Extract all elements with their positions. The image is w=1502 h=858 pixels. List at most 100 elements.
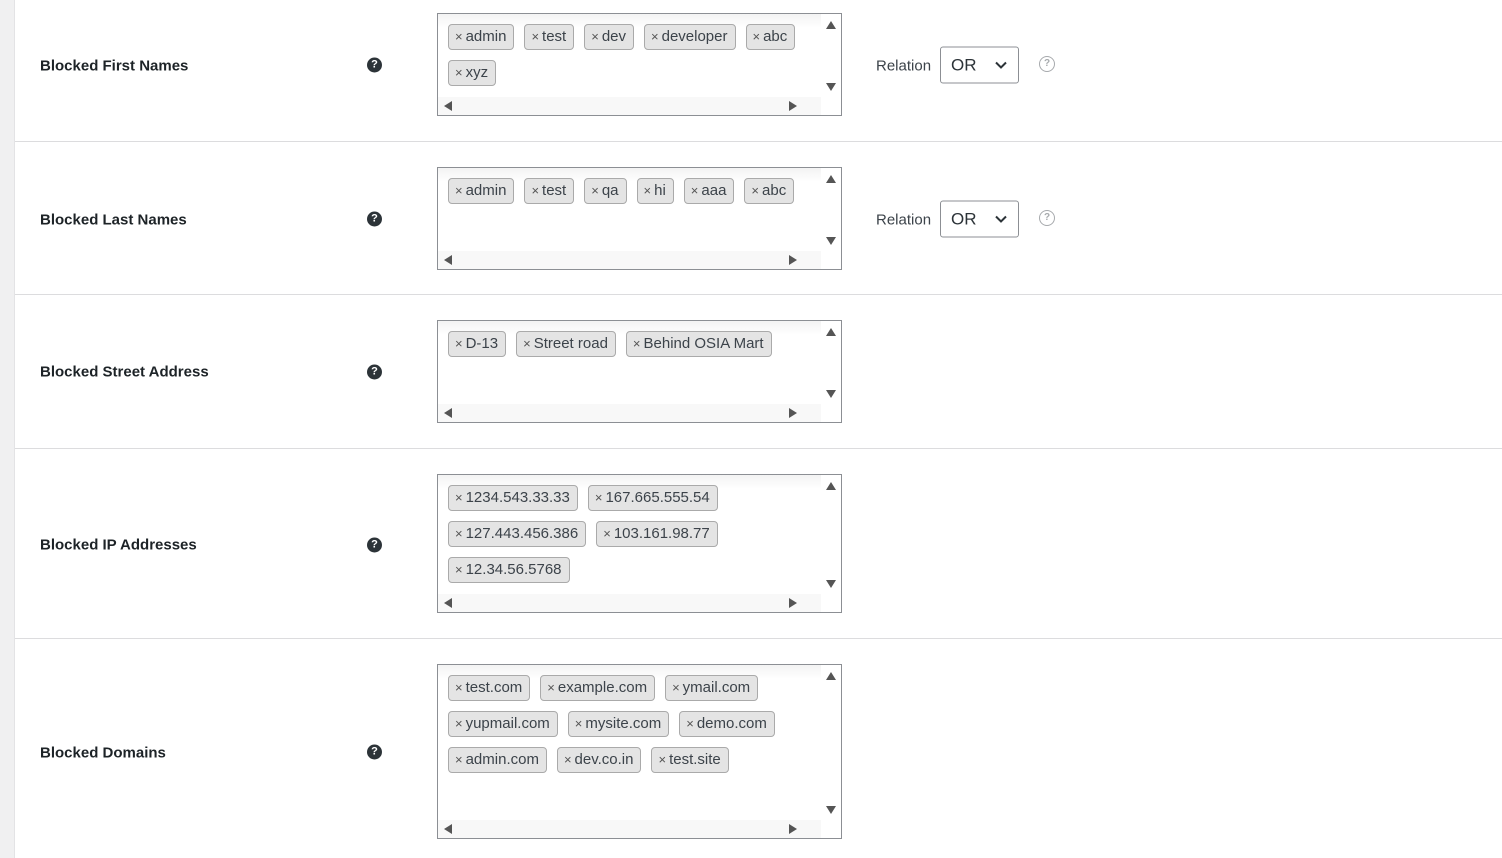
blocked-last-names-tag-input[interactable]: × admin × test × qa × hi × aaa × abc <box>437 167 842 270</box>
scroll-right-arrow-icon[interactable] <box>789 255 797 265</box>
blocked-ip-addresses-tag-input[interactable]: × 1234.543.33.33 × 167.665.555.54 × 127.443.4… <box>437 474 842 613</box>
remove-tag-icon[interactable]: × <box>575 712 583 736</box>
horizontal-scrollbar[interactable] <box>438 404 821 422</box>
blocked-domains-tag-input[interactable]: × test.com × example.com × ymail.com × yupmail.… <box>437 664 842 839</box>
remove-tag-icon[interactable]: × <box>531 179 539 203</box>
help-icon[interactable]: ? <box>367 57 382 73</box>
scroll-up-arrow-icon[interactable] <box>826 21 836 29</box>
tag-chip[interactable]: × developer <box>644 24 736 50</box>
tag-chip[interactable]: × test <box>524 24 575 50</box>
tag-chip[interactable]: × 167.665.555.54 <box>587 485 718 511</box>
remove-tag-icon[interactable]: × <box>455 61 463 85</box>
scroll-down-arrow-icon[interactable] <box>826 806 836 814</box>
horizontal-scrollbar[interactable] <box>438 251 821 269</box>
scroll-down-arrow-icon[interactable] <box>826 237 836 245</box>
vertical-scrollbar[interactable] <box>821 321 841 404</box>
tag-chip[interactable]: × test.site <box>651 747 729 773</box>
tag-chip[interactable]: × admin <box>448 24 515 50</box>
remove-tag-icon[interactable]: × <box>595 486 603 510</box>
remove-tag-icon[interactable]: × <box>531 25 539 49</box>
horizontal-scrollbar[interactable] <box>438 820 821 838</box>
scroll-left-arrow-icon[interactable] <box>444 101 452 111</box>
vertical-scrollbar[interactable] <box>821 168 841 251</box>
tag-area[interactable]: × D-13 × Street road × Behind OSIA Mart <box>438 321 821 404</box>
remove-tag-icon[interactable]: × <box>455 332 463 356</box>
tag-chip[interactable]: × qa <box>584 178 627 204</box>
horizontal-scrollbar[interactable] <box>438 594 821 612</box>
remove-tag-icon[interactable]: × <box>455 179 463 203</box>
relation-help-icon[interactable]: ? <box>1039 210 1055 226</box>
remove-tag-icon[interactable]: × <box>603 522 611 546</box>
tag-chip[interactable]: × D-13 <box>448 331 507 357</box>
tag-area[interactable]: × 1234.543.33.33 × 167.665.555.54 × 127.443.4… <box>438 475 821 594</box>
tag-chip[interactable]: × demo.com <box>679 711 775 737</box>
scroll-left-arrow-icon[interactable] <box>444 824 452 834</box>
remove-tag-icon[interactable]: × <box>564 748 572 772</box>
scroll-right-arrow-icon[interactable] <box>789 824 797 834</box>
remove-tag-icon[interactable]: × <box>455 522 463 546</box>
remove-tag-icon[interactable]: × <box>633 332 641 356</box>
remove-tag-icon[interactable]: × <box>658 748 666 772</box>
remove-tag-icon[interactable]: × <box>455 676 463 700</box>
scroll-down-arrow-icon[interactable] <box>826 390 836 398</box>
remove-tag-icon[interactable]: × <box>644 179 652 203</box>
remove-tag-icon[interactable]: × <box>751 179 759 203</box>
remove-tag-icon[interactable]: × <box>455 748 463 772</box>
tag-chip[interactable]: × example.com <box>540 675 656 701</box>
scroll-up-arrow-icon[interactable] <box>826 328 836 336</box>
blocked-street-address-tag-input[interactable]: × D-13 × Street road × Behind OSIA Mart <box>437 320 842 423</box>
scroll-left-arrow-icon[interactable] <box>444 598 452 608</box>
tag-chip[interactable]: × dev.co.in <box>556 747 642 773</box>
remove-tag-icon[interactable]: × <box>686 712 694 736</box>
tag-chip[interactable]: × 1234.543.33.33 <box>448 485 578 511</box>
scroll-right-arrow-icon[interactable] <box>789 408 797 418</box>
tag-chip[interactable]: × 127.443.456.386 <box>448 521 587 547</box>
remove-tag-icon[interactable]: × <box>691 179 699 203</box>
vertical-scrollbar[interactable] <box>821 475 841 594</box>
tag-chip[interactable]: × admin <box>448 178 515 204</box>
vertical-scrollbar[interactable] <box>821 14 841 97</box>
tag-chip[interactable]: × mysite.com <box>567 711 670 737</box>
scroll-down-arrow-icon[interactable] <box>826 83 836 91</box>
scroll-right-arrow-icon[interactable] <box>789 598 797 608</box>
remove-tag-icon[interactable]: × <box>753 25 761 49</box>
tag-chip[interactable]: × test.com <box>448 675 531 701</box>
tag-chip[interactable]: × hi <box>636 178 674 204</box>
remove-tag-icon[interactable]: × <box>455 558 463 582</box>
tag-chip[interactable]: × aaa <box>683 178 735 204</box>
blocked-first-names-tag-input[interactable]: × admin × test × dev × developer × abc × xyz <box>437 13 842 116</box>
scroll-left-arrow-icon[interactable] <box>444 408 452 418</box>
remove-tag-icon[interactable]: × <box>672 676 680 700</box>
remove-tag-icon[interactable]: × <box>455 25 463 49</box>
remove-tag-icon[interactable]: × <box>455 712 463 736</box>
tag-chip[interactable]: × Behind OSIA Mart <box>625 331 772 357</box>
remove-tag-icon[interactable]: × <box>651 25 659 49</box>
tag-chip[interactable]: × dev <box>584 24 635 50</box>
tag-chip[interactable]: × xyz <box>448 60 497 86</box>
tag-chip[interactable]: × abc <box>744 178 795 204</box>
tag-area[interactable]: × admin × test × qa × hi × aaa × abc <box>438 168 821 251</box>
tag-area[interactable]: × admin × test × dev × developer × abc × xyz <box>438 14 821 97</box>
help-icon[interactable]: ? <box>367 211 382 227</box>
tag-chip[interactable]: × 12.34.56.5768 <box>448 557 570 583</box>
remove-tag-icon[interactable]: × <box>547 676 555 700</box>
scroll-down-arrow-icon[interactable] <box>826 580 836 588</box>
tag-chip[interactable]: × 103.161.98.77 <box>596 521 718 547</box>
tag-chip[interactable]: × ymail.com <box>665 675 759 701</box>
tag-chip[interactable]: × yupmail.com <box>448 711 558 737</box>
remove-tag-icon[interactable]: × <box>523 332 531 356</box>
tag-chip[interactable]: × Street road <box>516 331 616 357</box>
relation-select[interactable]: OR <box>940 46 1019 84</box>
vertical-scrollbar[interactable] <box>821 665 841 820</box>
scroll-right-arrow-icon[interactable] <box>789 101 797 111</box>
tag-chip[interactable]: × admin.com <box>448 747 547 773</box>
scroll-up-arrow-icon[interactable] <box>826 175 836 183</box>
relation-help-icon[interactable]: ? <box>1039 56 1055 72</box>
tag-chip[interactable]: × abc <box>745 24 796 50</box>
scroll-left-arrow-icon[interactable] <box>444 255 452 265</box>
tag-area[interactable]: × test.com × example.com × ymail.com × yupmail.… <box>438 665 821 820</box>
tag-chip[interactable]: × test <box>524 178 575 204</box>
horizontal-scrollbar[interactable] <box>438 97 821 115</box>
remove-tag-icon[interactable]: × <box>455 486 463 510</box>
remove-tag-icon[interactable]: × <box>591 25 599 49</box>
